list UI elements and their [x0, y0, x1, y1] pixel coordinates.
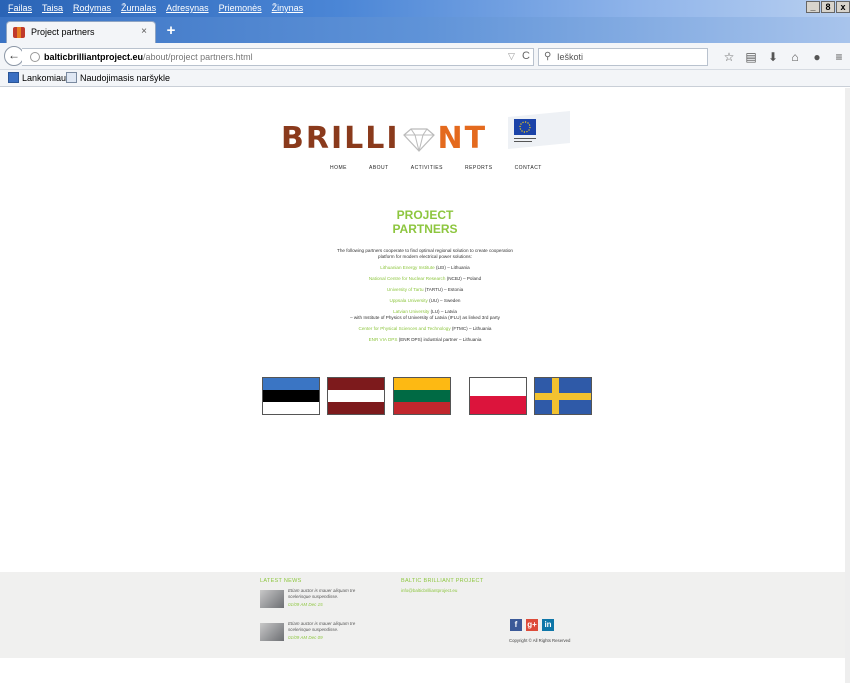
- partner-link[interactable]: Uppsala University: [390, 298, 428, 303]
- url-text: balticbrilliantproject.eu/about/project …: [44, 52, 253, 62]
- nav-link-activities[interactable]: ACTIVITIES: [411, 165, 443, 171]
- news-date: 01/09 AM Dec 09: [288, 635, 323, 640]
- news-text: Etiam auctor is mauer aliquam tre sceler…: [288, 588, 356, 599]
- clipboard-icon[interactable]: ▤: [740, 48, 762, 66]
- partners-content: The following partners cooperate to find…: [330, 248, 520, 348]
- partner-line: Uppsala University (UU) – Sweden: [389, 298, 461, 303]
- menu-item[interactable]: Žurnalas: [121, 3, 156, 13]
- bookmark-label: Lankomiausi: [22, 72, 73, 83]
- bookmark-getting-started[interactable]: Naudojimasis naršykle: [66, 72, 170, 83]
- news-text: Etiam auctor is mauer aliquam tre sceler…: [288, 621, 356, 632]
- news-item[interactable]: Etiam auctor is mauer aliquam tre sceler…: [260, 588, 370, 614]
- bookmark-label: Naudojimasis naršykle: [80, 72, 171, 83]
- social-links: f g+ in: [510, 619, 554, 631]
- menu-item[interactable]: Rodymas: [73, 3, 111, 13]
- facebook-icon[interactable]: f: [510, 619, 522, 631]
- copyright-text: Copyright © All Rights Reserved: [509, 638, 571, 643]
- google-plus-icon[interactable]: g+: [526, 619, 538, 631]
- search-icon: ⚲: [544, 51, 552, 62]
- url-bar[interactable]: balticbrilliantproject.eu/about/project …: [22, 48, 534, 66]
- tab-title: Project partners: [31, 27, 95, 37]
- partner-line: ENR VIA DPS (ENR DPS) industrial partner…: [368, 337, 482, 342]
- menu-item[interactable]: Priemonės: [219, 3, 262, 13]
- search-placeholder: Ieškoti: [557, 52, 584, 62]
- menu-item[interactable]: Žinynas: [272, 3, 304, 13]
- page-heading: PROJECT PARTNERS: [392, 208, 458, 236]
- nav-link-contact[interactable]: CONTACT: [515, 165, 542, 171]
- bookmark-most-visited[interactable]: Lankomiausi: [8, 72, 73, 83]
- news-date: 01/09 AM Dec 15: [288, 602, 323, 607]
- page-scrollbar[interactable]: [845, 88, 850, 683]
- flag-latvia: [327, 377, 385, 415]
- window-menubar: Failas Taisa Rodymas Žurnalas Adresynas Priem…: [0, 0, 850, 17]
- news-thumbnail: [260, 590, 284, 608]
- bookmark-folder-icon: [8, 72, 19, 83]
- site-footer: LATEST NEWS Etiam auctor is mauer aliqua…: [0, 572, 845, 658]
- new-tab-button[interactable]: +: [162, 22, 180, 40]
- reload-icon[interactable]: C: [522, 50, 530, 62]
- menu-items: Failas Taisa Rodymas Žurnalas Adresynas Priem…: [8, 3, 303, 13]
- flag-poland: [469, 377, 527, 415]
- web-page: BRILLI NT HOME ABOUT ACTIVITIES REPORTS CONTA…: [0, 88, 845, 683]
- maximize-button[interactable]: 8: [821, 1, 835, 13]
- linkedin-icon[interactable]: in: [542, 619, 554, 631]
- nav-link-reports[interactable]: REPORTS: [465, 165, 493, 171]
- menu-item[interactable]: Taisa: [42, 3, 63, 13]
- close-tab-icon[interactable]: ×: [141, 26, 147, 37]
- menu-icon[interactable]: ≡: [828, 48, 850, 66]
- partner-link[interactable]: Lithuanian Energy Institute: [380, 265, 434, 270]
- intro-text: The following partners cooperate to find…: [337, 248, 513, 259]
- tab-project-partners[interactable]: Project partners ×: [6, 21, 156, 43]
- home-icon[interactable]: ⌂: [784, 48, 806, 66]
- navigation-toolbar: ← balticbrilliantproject.eu/about/projec…: [0, 43, 850, 70]
- url-dropdown-icon[interactable]: ▽: [508, 51, 515, 62]
- back-arrow-icon: ←: [8, 48, 20, 62]
- search-bar[interactable]: ⚲ Ieškoti: [538, 48, 708, 66]
- menu-item[interactable]: Failas: [8, 3, 32, 13]
- flag-sweden: [534, 377, 592, 415]
- chat-icon[interactable]: ●: [806, 48, 828, 66]
- contact-email-link[interactable]: info@balticbrilliantproject.eu: [401, 588, 457, 593]
- star-icon[interactable]: ☆: [718, 48, 740, 66]
- european-commission-logo: [508, 111, 570, 149]
- window-controls: _ 8 x: [806, 1, 850, 13]
- partner-link[interactable]: Latvian University: [393, 309, 429, 314]
- flag-estonia: [262, 377, 320, 415]
- nav-link-home[interactable]: HOME: [330, 165, 347, 171]
- partner-line: Center for Physical Sciences and Technol…: [358, 326, 492, 331]
- toolbar-icons: ☆ ▤ ⬇ ⌂ ● ≡: [718, 48, 850, 66]
- flag-lithuania: [393, 377, 451, 415]
- close-window-button[interactable]: x: [836, 1, 850, 13]
- globe-icon: [30, 52, 40, 62]
- news-item[interactable]: Etiam auctor is mauer aliquam tre sceler…: [260, 621, 370, 647]
- partner-link[interactable]: National Centre for Nuclear Research: [369, 276, 446, 281]
- partner-line: Lithuanian Energy Institute (LEI) – Lith…: [380, 265, 470, 270]
- partner-link[interactable]: University of Tartu: [387, 287, 424, 292]
- menu-item[interactable]: Adresynas: [166, 3, 209, 13]
- bookmarks-bar: Lankomiausi Naudojimasis naršykle: [0, 70, 850, 87]
- nav-link-about[interactable]: ABOUT: [369, 165, 389, 171]
- tab-strip: Project partners × +: [0, 17, 850, 43]
- partner-line: National Centre for Nuclear Research (NC…: [368, 276, 482, 281]
- partner-line: Latvian University (LU) – Latvia – with I…: [350, 309, 500, 320]
- site-logo[interactable]: BRILLI NT: [281, 121, 487, 156]
- diamond-icon: [402, 127, 435, 152]
- bookmark-page-icon: [66, 72, 77, 83]
- main-navigation: HOME ABOUT ACTIVITIES REPORTS CONTACT: [330, 165, 542, 171]
- partner-line: University of Tartu (TARTU) – Estonia: [386, 287, 464, 292]
- back-button[interactable]: ←: [4, 46, 24, 66]
- project-heading: BALTIC BRILLIANT PROJECT: [401, 578, 484, 584]
- news-thumbnail: [260, 623, 284, 641]
- partner-link[interactable]: ENR VIA DPS: [369, 337, 398, 342]
- site-favicon-icon: [13, 27, 25, 38]
- minimize-button[interactable]: _: [806, 1, 820, 13]
- download-icon[interactable]: ⬇: [762, 48, 784, 66]
- partner-link[interactable]: Center for Physical Sciences and Technol…: [359, 326, 451, 331]
- latest-news-heading: LATEST NEWS: [260, 578, 302, 584]
